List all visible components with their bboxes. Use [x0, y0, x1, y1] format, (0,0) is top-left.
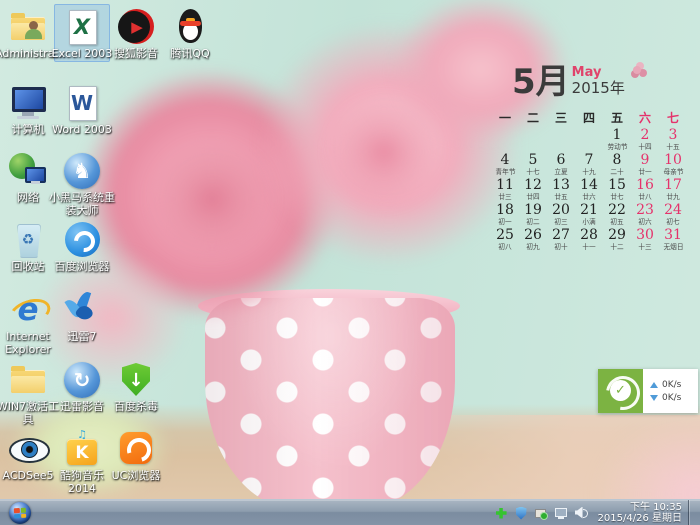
- check-icon: ✓: [610, 380, 631, 401]
- icon-label: Word 2003: [49, 123, 115, 136]
- taskbar: 下午 10:35 2015/4/26 星期日: [0, 499, 700, 525]
- desktop-icon-baidu-browser[interactable]: 百度浏览器: [55, 221, 109, 273]
- win7-activator-icon: [8, 361, 48, 399]
- taskbar-clock[interactable]: 下午 10:35 2015/4/26 星期日: [598, 502, 682, 524]
- network-icon[interactable]: [555, 506, 568, 520]
- desktop-icon-internet-explorer[interactable]: eInternetExplorer: [1, 291, 55, 356]
- word-2003-icon: W: [62, 84, 102, 122]
- desktop-icon-souhu-player[interactable]: ▶搜狐影音: [109, 8, 163, 60]
- internet-explorer-icon: e: [8, 291, 48, 329]
- xunlei-7-icon: [62, 291, 102, 329]
- recycle-bin-icon: ♻: [8, 221, 48, 259]
- icon-label: 迅雷7: [49, 330, 115, 343]
- kugou-music-icon: K: [62, 430, 102, 468]
- xiaoheima-icon: ♞: [62, 152, 102, 190]
- computer-icon: [8, 84, 48, 122]
- net-speed-panel[interactable]: 0K/s 0K/s: [643, 369, 698, 413]
- green-plus-icon[interactable]: [495, 506, 508, 520]
- desktop-icon-tencent-qq[interactable]: 腾讯QQ: [163, 8, 217, 60]
- clock-date: 2015/4/26 星期日: [598, 513, 682, 524]
- desktop-icon-baidu-antivirus[interactable]: ↓百度杀毒: [109, 361, 163, 413]
- desktop-icon-network[interactable]: 网络: [1, 152, 55, 204]
- icon-label: UC浏览器: [103, 469, 169, 482]
- icon-label: 腾讯QQ: [157, 47, 223, 60]
- desktop-icon-recycle-bin[interactable]: ♻回收站: [1, 221, 55, 273]
- upload-speed: 0K/s: [662, 380, 681, 390]
- desktop-icon-kugou-music[interactable]: K酷狗音乐2014: [55, 430, 109, 495]
- desktop-icon-win7-activator[interactable]: WIN7激活工具: [1, 361, 55, 426]
- souhu-player-icon: ▶: [116, 8, 156, 46]
- icon-label: 小黑马系统重装大师: [49, 191, 115, 217]
- desktop-icon-word-2003[interactable]: WWord 2003: [55, 84, 109, 136]
- upload-arrow-icon: [650, 382, 658, 388]
- volume-icon[interactable]: [575, 506, 588, 520]
- start-button[interactable]: [9, 502, 31, 524]
- xunlei-player-icon: ↻: [62, 361, 102, 399]
- security-shield-icon[interactable]: [515, 506, 528, 520]
- desktop-icon-xunlei-player[interactable]: ↻迅雷影音: [55, 361, 109, 413]
- clock-time: 下午 10:35: [630, 502, 682, 513]
- icon-label: 百度杀毒: [103, 400, 169, 413]
- administrator-icon: [8, 8, 48, 46]
- download-arrow-icon: [650, 395, 658, 401]
- desktop-icon-acdsee[interactable]: ACDSee5: [1, 430, 55, 482]
- tencent-qq-icon: [170, 8, 210, 46]
- uc-browser-icon: [116, 430, 156, 468]
- download-speed: 0K/s: [662, 393, 681, 403]
- network-icon: [8, 152, 48, 190]
- desktop-icon-uc-browser[interactable]: UC浏览器: [109, 430, 163, 482]
- hardware-ok-icon[interactable]: [535, 506, 548, 520]
- desktop-icon-xiaoheima[interactable]: ♞小黑马系统重装大师: [55, 152, 109, 217]
- acdsee-icon: [8, 430, 48, 468]
- desktop-icon-xunlei-7[interactable]: 迅雷7: [55, 291, 109, 343]
- show-desktop-button[interactable]: [688, 500, 700, 525]
- net-speed-widget[interactable]: ✓ 0K/s 0K/s: [598, 369, 698, 413]
- desktop-icon-administrator[interactable]: Administra...: [1, 8, 55, 60]
- desktop-icon-layer: Administra...XExcel 2003▶搜狐影音腾讯QQ 计算机WWor…: [0, 0, 700, 525]
- baidu-browser-icon: [62, 221, 102, 259]
- windows-flag-icon: [14, 507, 27, 518]
- desktop-icon-excel-2003[interactable]: XExcel 2003: [55, 8, 109, 60]
- baidu-antivirus-icon: ↓: [116, 361, 156, 399]
- icon-label: 百度浏览器: [49, 260, 115, 273]
- system-tray: [495, 506, 588, 520]
- security-ball[interactable]: ✓: [598, 369, 643, 413]
- desktop-icon-computer[interactable]: 计算机: [1, 84, 55, 136]
- excel-2003-icon: X: [62, 8, 102, 46]
